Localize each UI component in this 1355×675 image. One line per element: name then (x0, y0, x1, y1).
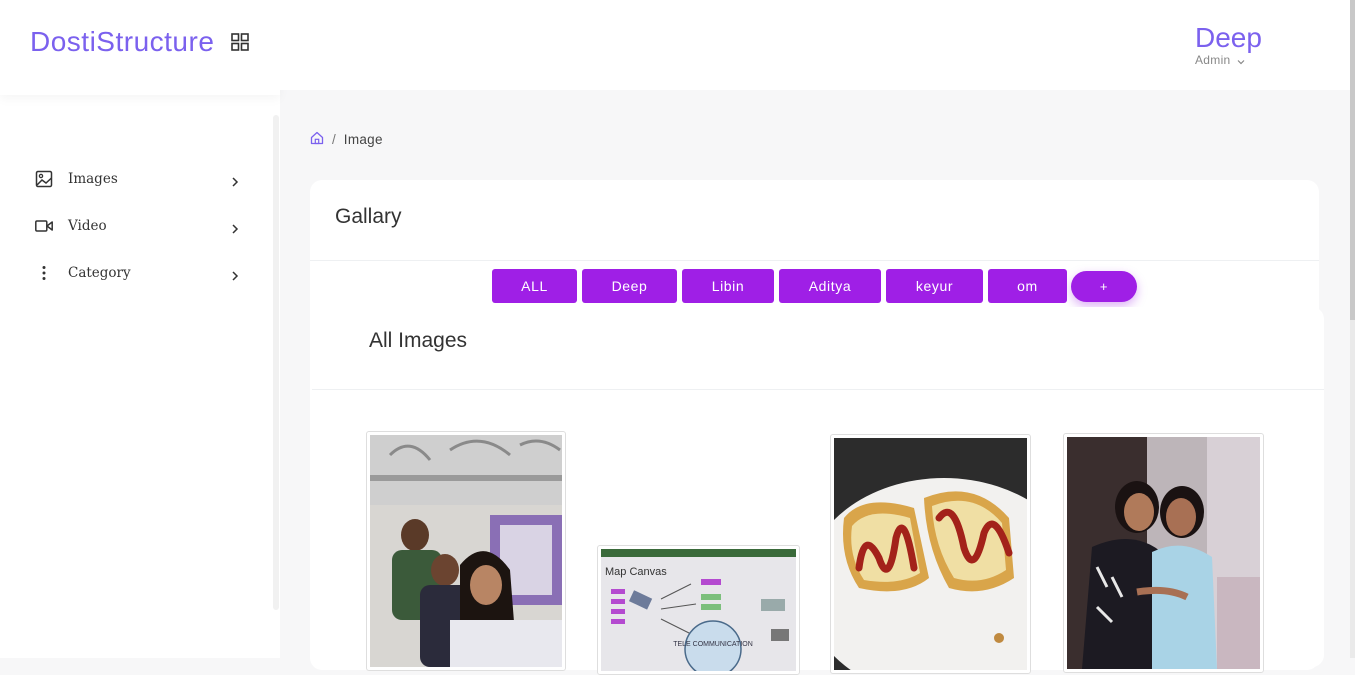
map-canvas-photo-image: Map Canvas TELE COMMUNICATION (601, 549, 796, 671)
sidebar-item-video[interactable]: Video (0, 202, 280, 249)
sidebar-item-label: Category (68, 264, 131, 281)
friends-photo-image (1067, 437, 1260, 669)
divider (310, 260, 1319, 261)
pizza-bread-photo-image (834, 438, 1027, 670)
chevron-right-icon (230, 221, 240, 234)
sidebar-nav: Images Video Category (0, 155, 280, 296)
user-role-dropdown[interactable]: Admin (1195, 53, 1245, 68)
chevron-right-icon (230, 268, 240, 281)
brand-logo-text[interactable]: DostiStructure (30, 26, 214, 58)
map-canvas-text: Map Canvas (605, 566, 667, 578)
page-scrollbar-thumb[interactable] (1350, 0, 1355, 320)
sidebar-item-label: Images (68, 170, 118, 187)
section-title: All Images (369, 329, 468, 352)
filter-bar: ALL Deep Libin Aditya keyur om + (492, 269, 1142, 303)
sidebar-item-category[interactable]: Category (0, 249, 280, 296)
chevron-down-icon (1237, 54, 1245, 68)
page-title: Gallary (335, 205, 402, 228)
gallery-photo-selfie[interactable] (366, 431, 566, 671)
home-icon[interactable] (310, 131, 324, 148)
filter-aditya-button[interactable]: Aditya (779, 269, 881, 303)
filter-deep-button[interactable]: Deep (582, 269, 677, 303)
map-canvas-subtext: TELE COMMUNICATION (673, 641, 753, 648)
gallery-photo-friends[interactable] (1063, 433, 1264, 673)
breadcrumb-separator: / (332, 132, 336, 147)
sidebar: DostiStructure Images Video Category (0, 0, 280, 658)
more-vertical-icon (35, 264, 53, 282)
breadcrumb-current: Image (343, 132, 383, 147)
filter-all-button[interactable]: ALL (492, 269, 577, 303)
page-scrollbar[interactable] (1350, 0, 1355, 658)
filter-keyur-button[interactable]: keyur (886, 269, 983, 303)
filter-om-button[interactable]: om (988, 269, 1067, 303)
brand-bar: DostiStructure (0, 0, 280, 95)
selfie-photo-image (370, 435, 562, 667)
grid-icon[interactable] (231, 33, 249, 51)
divider (312, 389, 1324, 390)
top-header: Deep Admin (280, 0, 1350, 90)
gallery-photo-pizza-bread[interactable] (830, 434, 1031, 674)
video-icon (35, 217, 53, 235)
image-icon (35, 170, 53, 188)
user-role-label: Admin (1195, 53, 1231, 67)
sidebar-item-label: Video (68, 217, 107, 234)
sidebar-item-images[interactable]: Images (0, 155, 280, 202)
filter-libin-button[interactable]: Libin (682, 269, 774, 303)
gallery-photo-map-canvas[interactable]: Map Canvas TELE COMMUNICATION (597, 545, 800, 675)
chevron-right-icon (230, 174, 240, 187)
breadcrumb: / Image (310, 131, 383, 148)
add-filter-button[interactable]: + (1071, 270, 1137, 302)
user-name[interactable]: Deep (1195, 22, 1262, 54)
